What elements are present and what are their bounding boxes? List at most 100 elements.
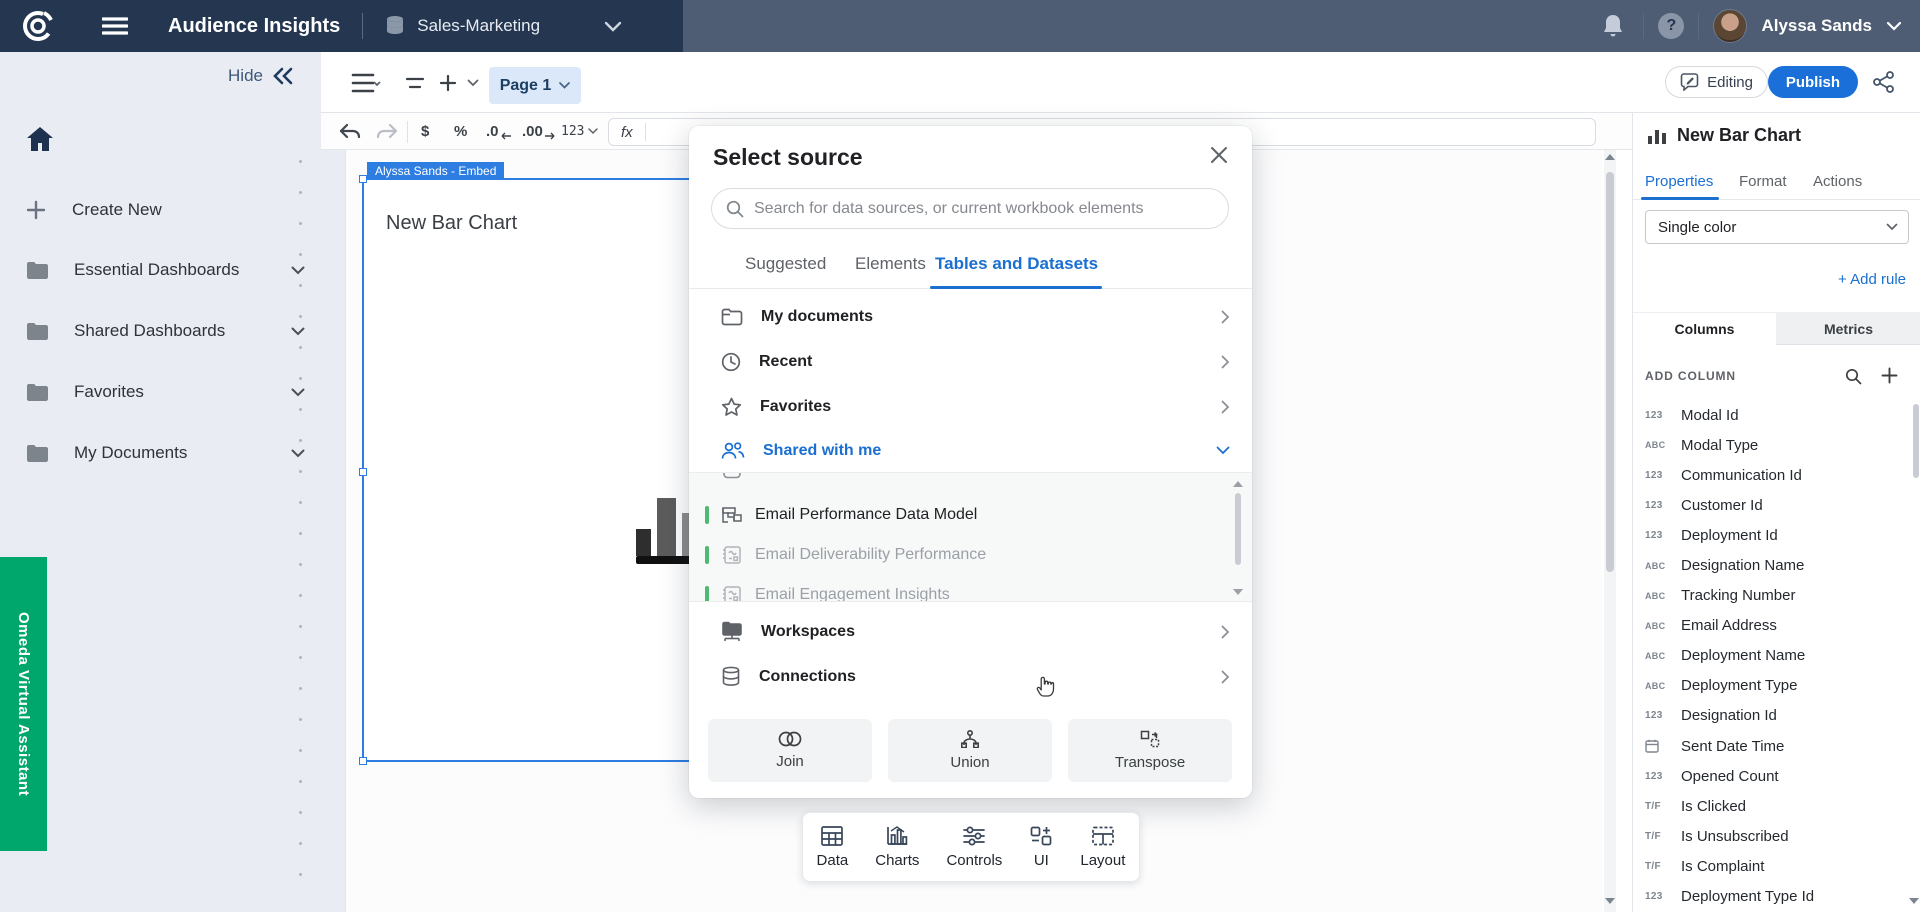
source-category-shared-with-me[interactable]: Shared with me — [689, 428, 1252, 473]
hide-sidebar-button[interactable]: Hide — [228, 66, 293, 86]
percent-format-button[interactable]: % — [454, 113, 467, 150]
resize-handle[interactable] — [359, 757, 367, 765]
user-menu-chevron-down-icon[interactable] — [1886, 21, 1902, 31]
tab-tables-and-datasets[interactable]: Tables and Datasets — [935, 254, 1098, 274]
resize-handle[interactable] — [359, 175, 367, 183]
column-row[interactable]: T/FIs Clicked — [1633, 791, 1920, 821]
column-row[interactable]: ABCTracking Number — [1633, 581, 1920, 611]
column-row[interactable]: ABCDesignation Name — [1633, 550, 1920, 580]
user-avatar[interactable] — [1713, 9, 1747, 43]
source-search-input[interactable]: Search for data sources, or current work… — [711, 188, 1229, 229]
add-page-button[interactable] — [439, 52, 457, 113]
dock-item-layout[interactable]: Layout — [1080, 825, 1125, 869]
sidebar-home-button[interactable] — [26, 126, 54, 152]
source-item-email-deliverability-performance[interactable]: Email Deliverability Performance — [689, 535, 1252, 575]
number-format-dropdown[interactable]: 123 — [561, 113, 598, 150]
notifications-bell-icon[interactable] — [1601, 13, 1625, 39]
column-row[interactable]: ABCModal Type — [1633, 430, 1920, 460]
column-row[interactable]: 123Communication Id — [1633, 460, 1920, 490]
navbar-left-section: Audience Insights Sales-Marketing — [0, 0, 683, 52]
column-row[interactable]: ABCDeployment Type — [1633, 671, 1920, 701]
sidebar-item-essential-dashboards[interactable]: Essential Dashboards — [26, 260, 321, 280]
tab-page-1[interactable]: Page 1 — [489, 67, 581, 104]
data-model-icon — [721, 505, 743, 525]
color-mode-select[interactable]: Single color — [1645, 210, 1909, 244]
editing-mode-button[interactable]: Editing — [1665, 66, 1768, 98]
text-type-icon: ABC — [1645, 591, 1671, 601]
sidebar-item-my-documents[interactable]: My Documents — [26, 443, 321, 463]
tab-format[interactable]: Format — [1739, 173, 1787, 190]
column-row[interactable]: ABCEmail Address — [1633, 611, 1920, 641]
align-lines-icon[interactable] — [405, 52, 425, 113]
help-icon[interactable]: ? — [1658, 13, 1684, 39]
add-column-plus-icon[interactable] — [1881, 367, 1898, 384]
scroll-up-arrow[interactable] — [1605, 154, 1615, 160]
union-button[interactable]: Union — [888, 719, 1052, 782]
top-navbar: Audience Insights Sales-Marketing ? Alys… — [0, 0, 1920, 52]
tab-elements[interactable]: Elements — [855, 254, 926, 274]
omeda-logo-icon[interactable] — [20, 8, 56, 44]
column-row[interactable]: 123Deployment Type Id — [1633, 882, 1920, 912]
tab-metrics[interactable]: Metrics — [1777, 313, 1920, 345]
hamburger-menu-icon[interactable] — [102, 16, 128, 36]
panel-scroll-down-arrow[interactable] — [1909, 898, 1919, 904]
column-row[interactable]: 123Modal Id — [1633, 400, 1920, 430]
scroll-down-arrow[interactable] — [1605, 898, 1615, 904]
workspace-selector-label[interactable]: Sales-Marketing — [417, 16, 540, 36]
panel-scrollbar-thumb[interactable] — [1913, 404, 1919, 478]
dock-item-controls[interactable]: Controls — [946, 825, 1002, 869]
sidebar-item-shared-dashboards[interactable]: Shared Dashboards — [26, 321, 321, 341]
source-category-my-documents[interactable]: My documents — [689, 294, 1252, 339]
sidebar-create-new[interactable]: Create New — [26, 200, 162, 220]
source-category-recent[interactable]: Recent — [689, 339, 1252, 384]
tab-suggested[interactable]: Suggested — [745, 254, 826, 274]
increase-decimal-button[interactable]: .00 — [522, 113, 556, 150]
dock-item-ui[interactable]: UI — [1029, 825, 1053, 869]
add-page-chevron-icon[interactable] — [467, 52, 479, 113]
currency-format-button[interactable]: $ — [421, 113, 429, 150]
search-columns-icon[interactable] — [1845, 368, 1862, 385]
decrease-decimal-button[interactable]: .0 — [486, 113, 512, 150]
source-category-connections[interactable]: Connections — [689, 654, 1252, 699]
redo-button[interactable] — [376, 113, 398, 150]
folder-label: Essential Dashboards — [74, 260, 239, 280]
source-category-workspaces[interactable]: Workspaces — [689, 609, 1252, 654]
transpose-button[interactable]: Transpose — [1068, 719, 1232, 782]
page-menu-icon[interactable] — [351, 52, 381, 113]
source-category-favorites[interactable]: Favorites — [689, 384, 1252, 429]
element-dock-toolbar: Data Charts Controls UI Layout — [802, 812, 1140, 882]
column-row[interactable]: Sent Date Time — [1633, 731, 1920, 761]
source-item-email-performance-data-model[interactable]: Email Performance Data Model — [689, 495, 1252, 535]
dock-item-charts[interactable]: Charts — [875, 825, 919, 869]
undo-button[interactable] — [339, 113, 361, 150]
column-row[interactable]: ABCDeployment Name — [1633, 641, 1920, 671]
column-label: Opened Count — [1681, 768, 1779, 785]
share-icon[interactable] — [1872, 70, 1896, 94]
tab-actions[interactable]: Actions — [1813, 173, 1862, 190]
column-row[interactable]: 123Deployment Id — [1633, 520, 1920, 550]
tab-columns[interactable]: Columns — [1633, 313, 1776, 345]
column-label: Is Complaint — [1681, 858, 1764, 875]
canvas-scrollbar-thumb[interactable] — [1606, 172, 1614, 572]
column-row[interactable]: T/FIs Complaint — [1633, 851, 1920, 881]
tab-properties[interactable]: Properties — [1645, 173, 1713, 190]
column-row[interactable]: 123Opened Count — [1633, 761, 1920, 791]
join-button[interactable]: Join — [708, 719, 872, 782]
workspace-chevron-down-icon[interactable] — [604, 21, 622, 32]
resize-handle[interactable] — [359, 468, 367, 476]
sublist-scrollbar[interactable] — [1232, 477, 1244, 599]
close-icon[interactable] — [1210, 146, 1230, 166]
chevron-down-icon — [1216, 446, 1230, 455]
publish-button[interactable]: Publish — [1768, 66, 1858, 98]
sidebar-item-favorites[interactable]: Favorites — [26, 382, 321, 402]
column-row[interactable]: 123Designation Id — [1633, 701, 1920, 731]
column-row[interactable]: T/FIs Unsubscribed — [1633, 821, 1920, 851]
add-rule-button[interactable]: + Add rule — [1838, 271, 1906, 288]
canvas-scrollbar[interactable] — [1604, 150, 1616, 912]
source-item-email-engagement-insights[interactable]: Email Engagement Insights — [689, 575, 1252, 602]
chevron-right-icon — [1221, 310, 1230, 324]
column-list: 123Modal Id ABCModal Type 123Communicati… — [1633, 400, 1920, 912]
virtual-assistant-ribbon[interactable]: Omeda Virtual Assistant — [0, 557, 47, 851]
column-row[interactable]: 123Customer Id — [1633, 490, 1920, 520]
dock-item-data[interactable]: Data — [817, 825, 849, 869]
